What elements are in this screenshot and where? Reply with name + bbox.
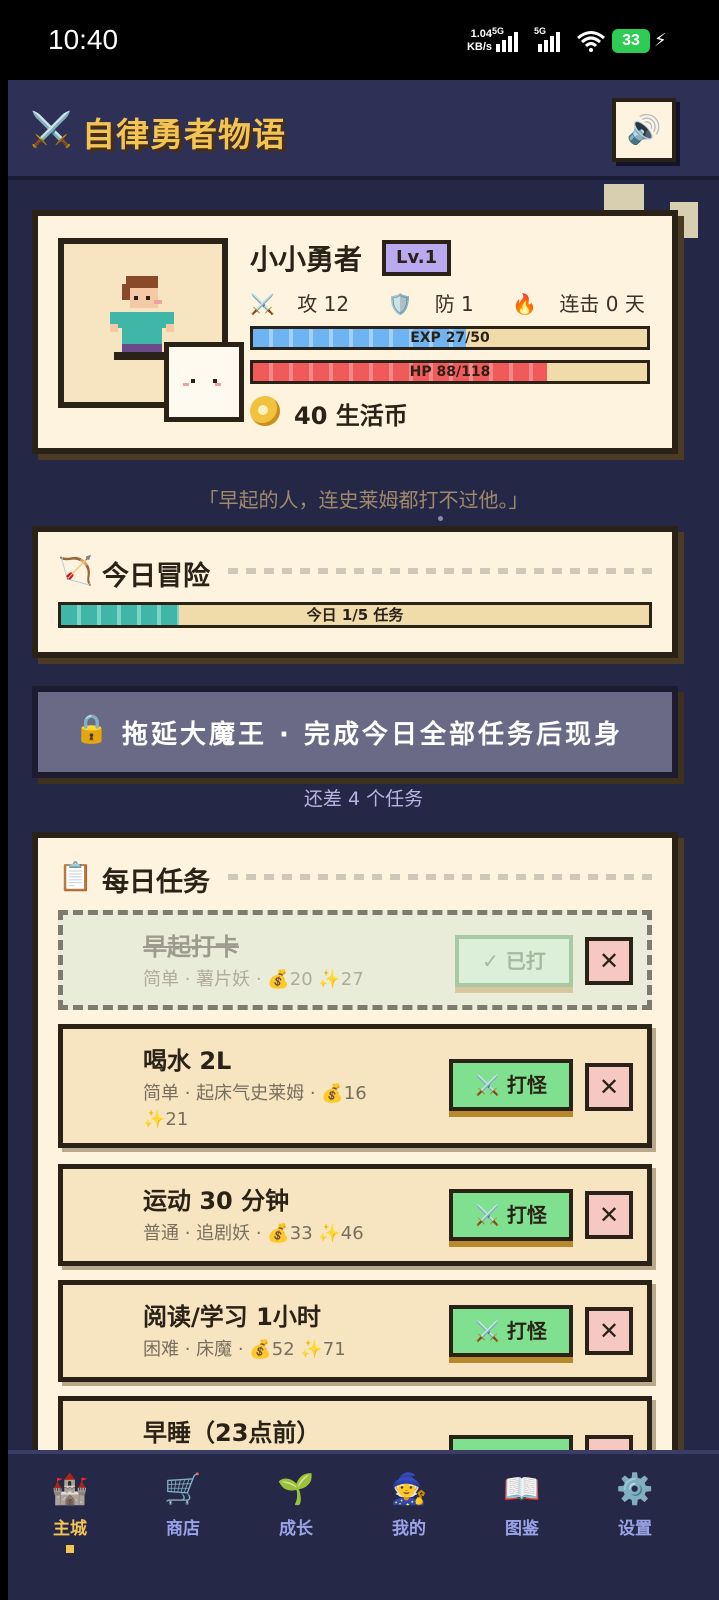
nav-label: 成长: [279, 1519, 313, 1539]
task-name: 早睡（23点前）: [143, 1419, 321, 1447]
task-item: 早起打卡 简单 · 薯片妖 · 💰20 ✨27 ✓ 已打 ✕: [58, 910, 652, 1010]
defense-stat: 🛡️ 防 1: [387, 292, 474, 316]
hp-label: HP 88/118: [409, 364, 491, 380]
adventure-progress-bar: 今日 1/5 任务: [58, 602, 652, 628]
sword-icon: ⚔️: [250, 292, 275, 316]
pet-avatar[interactable]: [164, 342, 244, 422]
sprout-icon: 🌱: [277, 1472, 315, 1507]
cart-icon: 🛒: [164, 1472, 202, 1507]
divider-dot: [438, 516, 443, 521]
nav-label: 设置: [618, 1519, 652, 1539]
nav-item-settings[interactable]: ⚙️ 设置: [585, 1472, 685, 1539]
adventure-title: 今日冒险: [102, 561, 210, 592]
fire-icon: 🔥: [512, 292, 538, 316]
tasks-remaining: 还差 4 个任务: [303, 788, 424, 810]
task-done-button[interactable]: ✓ 已打: [455, 935, 573, 987]
today-adventure-card: 🏹 今日冒险 今日 1/5 任务: [32, 526, 678, 658]
task-name: 阅读/学习 1小时: [143, 1303, 321, 1331]
attack-stat: ⚔️ 攻 12: [250, 292, 350, 316]
nav-item-codex[interactable]: 📖 图鉴: [472, 1472, 572, 1539]
lock-icon: 🔒: [74, 712, 109, 745]
task-meta: 简单 · 薯片妖 · 💰20 ✨27: [143, 969, 364, 990]
network-speed: 1.04 KB/s: [466, 28, 492, 53]
section-divider: [228, 568, 652, 574]
speaker-icon: 🔊: [626, 113, 662, 146]
status-bar: 10:40 1.04 KB/s 5G 5G 33 ⚡: [0, 0, 719, 80]
streak-stat: 🔥 连击 0 天: [512, 292, 645, 316]
gear-icon: ⚙️: [616, 1472, 654, 1507]
daily-motto: 「早起的人，连史莱姆都打不过他。」: [198, 488, 529, 512]
status-time: 10:40: [48, 24, 119, 55]
exp-bar: EXP 27/50: [250, 326, 650, 350]
nav-label: 我的: [392, 1519, 426, 1539]
hero-stats: ⚔️ 攻 12 🛡️ 防 1 🔥 连击 0 天: [250, 288, 677, 317]
sim1-label: 5G: [492, 26, 505, 36]
charging-icon: ⚡: [654, 30, 667, 51]
nav-label: 商店: [166, 1519, 200, 1539]
boss-locked-banner[interactable]: 🔒 拖延大魔王 · 完成今日全部任务后现身: [32, 686, 678, 778]
bottom-navigation: 🏰 主城 🛒 商店 🌱 成长 🧙 我的 📖 图鉴 ⚙️ 设置: [8, 1450, 719, 1600]
hero-card: 小小勇者 Lv.1 ⚔️ 攻 12 🛡️ 防 1 🔥 连击 0 天 EXP 27…: [32, 210, 678, 454]
book-icon: 📖: [503, 1472, 541, 1507]
sound-toggle-button[interactable]: 🔊: [612, 98, 676, 162]
app-title: 自律勇者物语: [82, 115, 286, 154]
crossed-swords-icon: ⚔️: [30, 110, 73, 150]
task-item: 阅读/学习 1小时 困难 · 床魔 · 💰52 ✨71 ⚔️ 打怪 ✕: [58, 1280, 652, 1382]
nav-item-profile[interactable]: 🧙 我的: [359, 1472, 459, 1539]
level-badge: Lv.1: [382, 240, 452, 276]
nav-item-main-city[interactable]: 🏰 主城: [20, 1472, 120, 1553]
app-header: ⚔️ 自律勇者物语 🔊: [8, 80, 719, 180]
adventure-progress-label: 今日 1/5 任务: [306, 606, 404, 624]
task-delete-button[interactable]: ✕: [585, 937, 633, 985]
nav-label: 图鉴: [505, 1519, 539, 1539]
sim2-label: 5G: [534, 26, 547, 36]
active-indicator: [66, 1545, 74, 1553]
pixel-decoration: [604, 184, 644, 212]
hero-name: 小小勇者: [250, 243, 363, 276]
boss-text: 拖延大魔王 · 完成今日全部任务后现身: [122, 720, 623, 750]
fight-monster-button[interactable]: ⚔️ 打怪: [449, 1059, 573, 1111]
daily-tasks-title: 每日任务: [102, 867, 210, 898]
coin-icon: [250, 396, 280, 426]
task-item: 运动 30 分钟 普通 · 追剧妖 · 💰33 ✨46 ⚔️ 打怪 ✕: [58, 1164, 652, 1266]
fight-monster-button[interactable]: ⚔️ 打怪: [449, 1305, 573, 1357]
task-delete-button[interactable]: ✕: [585, 1191, 633, 1239]
task-item: 喝水 2L 简单 · 起床气史莱姆 · 💰16 ✨21 ⚔️ 打怪 ✕: [58, 1024, 652, 1148]
shield-icon: 🛡️: [387, 292, 413, 316]
task-name: 早起打卡: [143, 933, 239, 961]
clipboard-icon: 📋: [58, 860, 93, 893]
nav-item-growth[interactable]: 🌱 成长: [246, 1472, 346, 1539]
task-meta: 普通 · 追剧妖 · 💰33 ✨46: [143, 1223, 364, 1244]
app-root: ⚔️ 自律勇者物语 🔊 小小勇者 Lv.1 ⚔️ 攻 12 🛡️ 防 1 🔥 连…: [8, 80, 719, 1600]
section-divider: [228, 874, 652, 880]
task-name: 喝水 2L: [143, 1047, 232, 1075]
nav-label: 主城: [53, 1519, 87, 1539]
fight-monster-button[interactable]: ⚔️ 打怪: [449, 1189, 573, 1241]
nav-item-shop[interactable]: 🛒 商店: [133, 1472, 233, 1539]
wizard-icon: 🧙: [390, 1472, 428, 1507]
wifi-icon: [577, 31, 605, 52]
task-meta: 困难 · 床魔 · 💰52 ✨71: [143, 1339, 346, 1360]
coin-balance: 40 生活币: [294, 402, 408, 430]
battery-icon: 33: [612, 29, 650, 53]
signal-icon: 5G: [534, 26, 562, 52]
task-name: 运动 30 分钟: [143, 1187, 290, 1215]
task-delete-button[interactable]: ✕: [585, 1307, 633, 1355]
hp-bar: HP 88/118: [250, 360, 650, 384]
task-delete-button[interactable]: ✕: [585, 1063, 633, 1111]
castle-icon: 🏰: [51, 1472, 89, 1507]
task-meta: 简单 · 起床气史莱姆 · 💰16 ✨21: [143, 1083, 367, 1130]
signal-icon: 5G: [492, 26, 520, 52]
bow-icon: 🏹: [58, 554, 93, 587]
exp-label: EXP 27/50: [410, 330, 490, 346]
